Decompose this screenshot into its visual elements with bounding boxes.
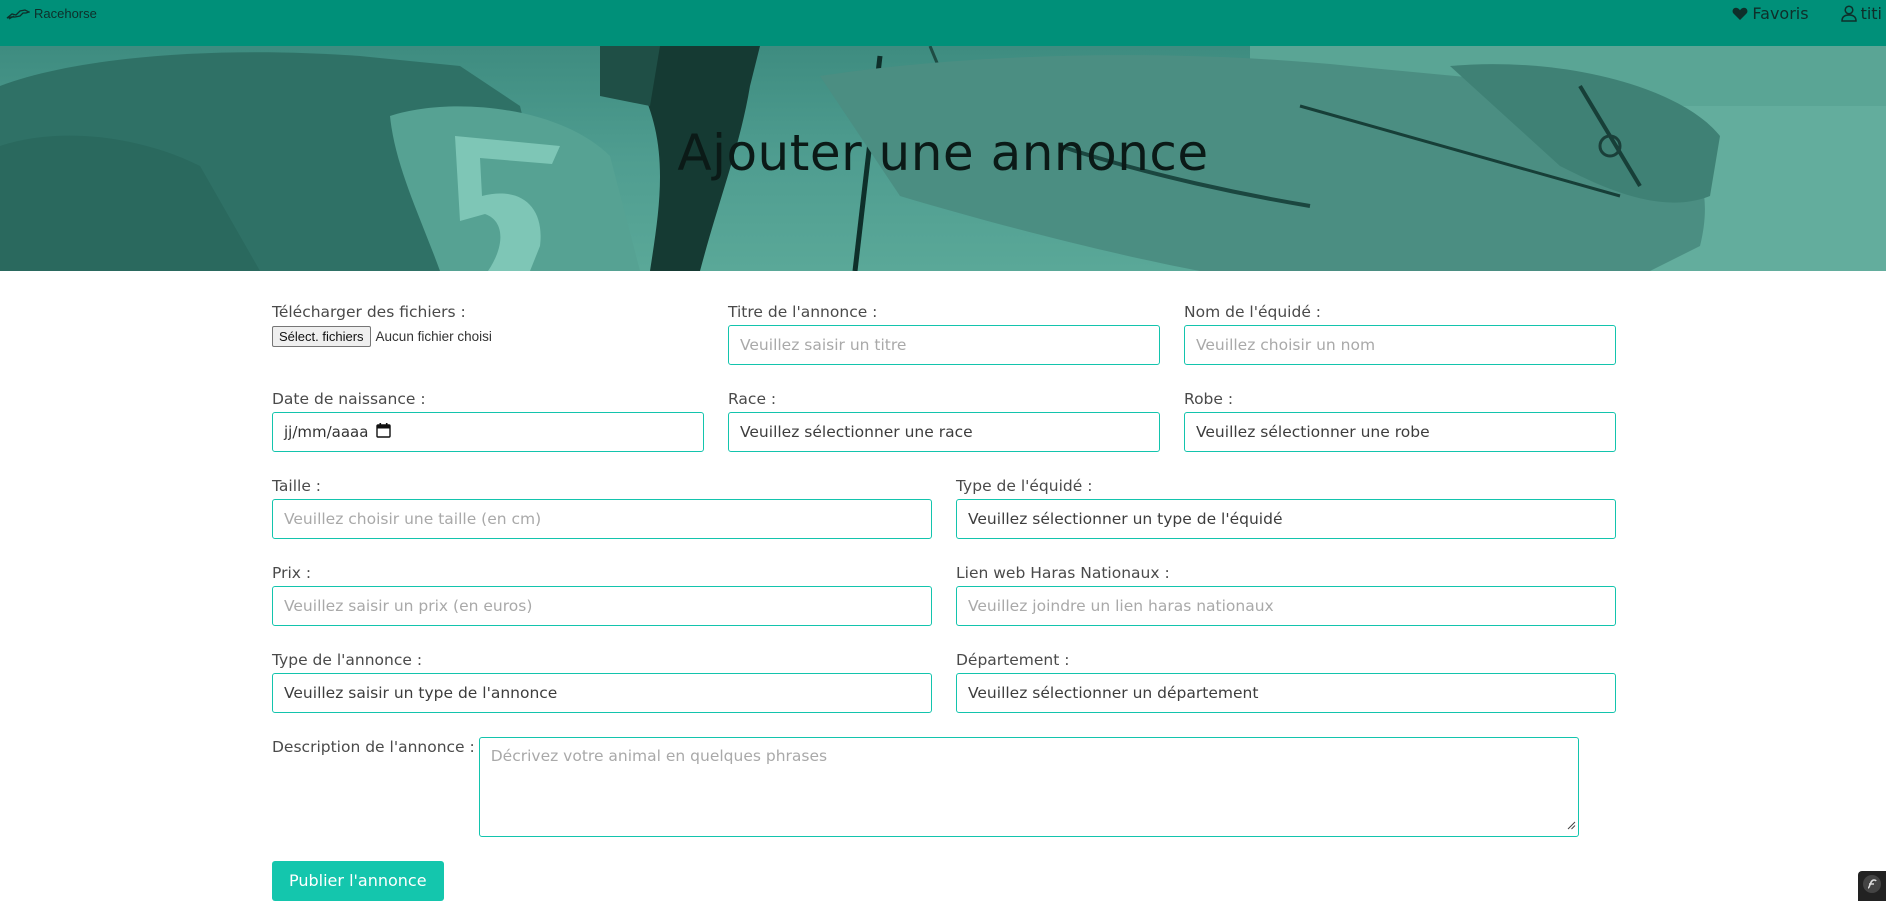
file-input: Sélect. fichiers Aucun fichier choisi <box>272 326 704 347</box>
robe-label: Robe : <box>1184 390 1234 408</box>
type-annonce-field: Type de l'annonce : Veuillez saisir un t… <box>272 650 932 713</box>
robe-field: Robe : Veuillez sélectionner une robe <box>1184 389 1616 452</box>
user-name: titi <box>1860 4 1882 23</box>
publish-button[interactable]: Publier l'annonce <box>272 861 444 901</box>
type-equide-field: Type de l'équidé : Veuillez sélectionner… <box>956 476 1616 539</box>
nom-field: Nom de l'équidé : Veuillez choisir un no… <box>1184 302 1616 365</box>
form-row-3: Taille : Veuillez choisir une taille (en… <box>272 476 1617 539</box>
symfony-icon <box>1862 874 1882 898</box>
horse-logo-icon <box>6 8 30 20</box>
favoris-label: Favoris <box>1752 4 1809 23</box>
prix-field: Prix : Veuillez saisir un prix (en euros… <box>272 563 932 626</box>
lien-input[interactable]: Veuillez joindre un lien haras nationaux <box>956 586 1616 626</box>
calendar-icon[interactable] <box>376 422 392 442</box>
type-equide-label: Type de l'équidé : <box>956 477 1093 495</box>
taille-input[interactable]: Veuillez choisir une taille (en cm) <box>272 499 932 539</box>
nav-right: Favoris titi <box>1732 4 1882 23</box>
type-annonce-select[interactable]: Veuillez saisir un type de l'annonce <box>272 673 932 713</box>
page-title: Ajouter une annonce <box>677 124 1209 182</box>
brand-name: Racehorse <box>34 6 97 21</box>
nom-input[interactable]: Veuillez choisir un nom <box>1184 325 1616 365</box>
user-menu[interactable]: titi <box>1840 4 1882 23</box>
naissance-field: Date de naissance : jj/mm/aaaa <box>272 389 704 452</box>
titre-input[interactable]: Veuillez saisir un titre <box>728 325 1160 365</box>
form-row-5: Type de l'annonce : Veuillez saisir un t… <box>272 650 1617 713</box>
files-field: Télécharger des fichiers : Sélect. fichi… <box>272 302 704 365</box>
nom-label: Nom de l'équidé : <box>1184 303 1322 321</box>
heart-icon <box>1732 7 1748 21</box>
navbar: Racehorse Favoris titi <box>0 0 1886 46</box>
lien-label: Lien web Haras Nationaux : <box>956 564 1170 582</box>
description-label: Description de l'annonce : <box>272 738 475 756</box>
date-value: jj/mm/aaaa <box>284 423 369 441</box>
description-placeholder: Décrivez votre animal en quelques phrase… <box>490 747 828 765</box>
type-annonce-label: Type de l'annonce : <box>272 651 423 669</box>
favoris-link[interactable]: Favoris <box>1732 4 1809 23</box>
race-field: Race : Veuillez sélectionner une race <box>728 389 1160 452</box>
description-field: Description de l'annonce : Décrivez votr… <box>272 737 1617 837</box>
taille-field: Taille : Veuillez choisir une taille (en… <box>272 476 932 539</box>
user-icon <box>1840 5 1857 22</box>
brand-link[interactable]: Racehorse <box>6 6 97 21</box>
lien-field: Lien web Haras Nationaux : Veuillez join… <box>956 563 1616 626</box>
form-row-4: Prix : Veuillez saisir un prix (en euros… <box>272 563 1617 626</box>
naissance-label: Date de naissance : <box>272 390 426 408</box>
type-equide-select[interactable]: Veuillez sélectionner un type de l'équid… <box>956 499 1616 539</box>
prix-label: Prix : <box>272 564 312 582</box>
form-row-1: Télécharger des fichiers : Sélect. fichi… <box>272 302 1617 365</box>
titre-field: Titre de l'annonce : Veuillez saisir un … <box>728 302 1160 365</box>
file-status: Aucun fichier choisi <box>375 329 492 344</box>
departement-label: Département : <box>956 651 1070 669</box>
form-row-2: Date de naissance : jj/mm/aaaa Race : Ve… <box>272 389 1617 452</box>
date-input[interactable]: jj/mm/aaaa <box>272 412 704 452</box>
symfony-toolbar-toggle[interactable] <box>1858 871 1886 901</box>
description-textarea[interactable]: Décrivez votre animal en quelques phrase… <box>478 737 1579 837</box>
departement-field: Département : Veuillez sélectionner un d… <box>956 650 1616 713</box>
race-select[interactable]: Veuillez sélectionner une race <box>728 412 1160 452</box>
ad-form: Télécharger des fichiers : Sélect. fichi… <box>272 302 1617 901</box>
race-label: Race : <box>728 390 777 408</box>
files-label: Télécharger des fichiers : <box>272 303 466 321</box>
taille-label: Taille : <box>272 477 322 495</box>
hero-banner: Ajouter une annonce <box>0 46 1886 271</box>
robe-select[interactable]: Veuillez sélectionner une robe <box>1184 412 1616 452</box>
prix-input[interactable]: Veuillez saisir un prix (en euros) <box>272 586 932 626</box>
select-files-button[interactable]: Sélect. fichiers <box>272 326 371 347</box>
titre-label: Titre de l'annonce : <box>728 303 878 321</box>
resize-grip-icon[interactable] <box>1567 816 1576 834</box>
departement-select[interactable]: Veuillez sélectionner un département <box>956 673 1616 713</box>
